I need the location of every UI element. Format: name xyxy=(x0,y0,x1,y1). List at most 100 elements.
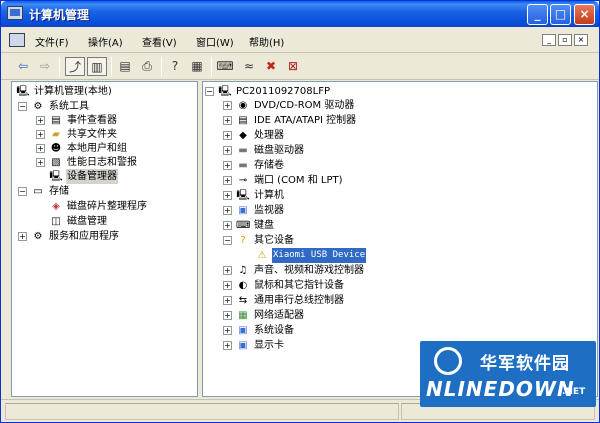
expand-toggle[interactable]: + xyxy=(223,131,232,140)
collapse-toggle[interactable]: − xyxy=(205,87,214,96)
close-button[interactable]: × xyxy=(574,4,595,25)
expand-toggle[interactable]: + xyxy=(36,158,45,167)
expand-toggle[interactable]: + xyxy=(223,101,232,110)
device-category-computer[interactable]: + 🖳 计算机 xyxy=(223,188,593,203)
tree-item-services-apps[interactable]: + ⚙ 服务和应用程序 xyxy=(18,229,196,244)
toolbar-separator xyxy=(161,57,162,76)
device-category-processor[interactable]: + ◆ 处理器 xyxy=(223,128,593,143)
toolbar: ⇦ ⇨ ⤴ ▥ ▤ ⎙ ? ▦ ⌨ ≈ ✖ ⊠ xyxy=(1,53,599,80)
tree-item-device-manager[interactable]: 🖳 设备管理器 xyxy=(49,169,196,184)
uninstall-device-icon[interactable]: ⊠ xyxy=(283,57,303,76)
device-category-monitors[interactable]: + ▣ 监视器 xyxy=(223,203,593,218)
mouse-icon: ◐ xyxy=(238,280,248,291)
onlinedown-logo-icon xyxy=(434,347,462,375)
console-tree-pane[interactable]: 🖳 计算机管理(本地) − ⚙ 系统工具 + ▤ 事件查看器 + ▰ 共享文件夹… xyxy=(11,81,198,397)
export-list-icon[interactable]: ▦ xyxy=(187,57,207,76)
device-category-keyboards[interactable]: + ⌨ 键盘 xyxy=(223,218,593,233)
performance-icon: ▧ xyxy=(51,157,61,168)
dvd-drive-icon: ◉ xyxy=(238,100,248,111)
system-device-icon: ▣ xyxy=(238,325,248,336)
device-category-disk-drives[interactable]: + ▬ 磁盘驱动器 xyxy=(223,143,593,158)
tree-item-disk-defragmenter[interactable]: ◈ 磁盘碎片整理程序 xyxy=(49,199,196,214)
expand-toggle[interactable]: + xyxy=(223,191,232,200)
tree-item-performance-logs[interactable]: + ▧ 性能日志和警报 xyxy=(36,155,196,170)
watermark-cn-text: 华军软件园 xyxy=(480,354,570,374)
device-category-usb[interactable]: + ⇆ 通用串行总线控制器 xyxy=(223,293,593,308)
expand-toggle[interactable]: + xyxy=(223,326,232,335)
toolbar-separator xyxy=(59,57,60,76)
menu-view[interactable]: 查看(V) xyxy=(142,34,177,49)
update-driver-icon[interactable]: ≈ xyxy=(239,57,259,76)
expand-toggle[interactable]: + xyxy=(223,146,232,155)
device-category-dvd[interactable]: + ◉ DVD/CD-ROM 驱动器 xyxy=(223,98,593,113)
tree-item-system-tools[interactable]: − ⚙ 系统工具 xyxy=(18,99,196,114)
show-hide-tree-icon[interactable]: ▥ xyxy=(87,57,107,76)
print-icon[interactable]: ⎙ xyxy=(137,57,157,76)
forward-icon[interactable]: ⇨ xyxy=(35,57,55,76)
up-folder-icon[interactable]: ⤴ xyxy=(65,57,85,76)
mdi-close-button[interactable]: × xyxy=(574,34,588,46)
expand-toggle[interactable]: + xyxy=(223,116,232,125)
mdi-restore-button[interactable]: ▫ xyxy=(558,34,572,46)
back-icon[interactable]: ⇦ xyxy=(13,57,33,76)
device-manager-icon: 🖳 xyxy=(49,171,63,182)
expand-toggle[interactable]: + xyxy=(223,206,232,215)
tree-item-shared-folders[interactable]: + ▰ 共享文件夹 xyxy=(36,127,196,142)
menu-window[interactable]: 窗口(W) xyxy=(196,34,234,49)
expand-toggle[interactable]: + xyxy=(223,266,232,275)
tree-item-event-viewer[interactable]: + ▤ 事件查看器 xyxy=(36,113,196,128)
expand-toggle[interactable]: + xyxy=(223,161,232,170)
storage-icon: ▭ xyxy=(33,186,43,197)
event-viewer-icon: ▤ xyxy=(51,115,61,126)
expand-toggle[interactable]: + xyxy=(36,144,45,153)
disable-device-icon[interactable]: ✖ xyxy=(261,57,281,76)
display-adapter-icon: ▣ xyxy=(238,340,248,351)
expand-toggle[interactable]: + xyxy=(18,232,27,241)
device-category-other-devices[interactable]: − ? 其它设备 xyxy=(223,233,593,248)
expand-toggle[interactable]: + xyxy=(223,176,232,185)
device-category-network[interactable]: + ▦ 网络适配器 xyxy=(223,308,593,323)
expand-toggle[interactable]: + xyxy=(223,311,232,320)
device-category-system[interactable]: + ▣ 系统设备 xyxy=(223,323,593,338)
tree-item-storage[interactable]: − ▭ 存储 xyxy=(18,184,196,199)
properties-icon[interactable]: ▤ xyxy=(115,57,135,76)
expand-toggle[interactable]: + xyxy=(223,221,232,230)
network-adapter-icon: ▦ xyxy=(238,310,248,321)
computer-icon: 🖳 xyxy=(236,190,250,201)
expand-toggle[interactable]: + xyxy=(223,296,232,305)
device-category-sound[interactable]: + ♫ 声音、视频和游戏控制器 xyxy=(223,263,593,278)
device-category-storage-volumes[interactable]: + ▬ 存储卷 xyxy=(223,158,593,173)
device-tree-root[interactable]: − 🖳 PC2011092708LFP xyxy=(205,84,595,99)
services-icon: ⚙ xyxy=(33,231,43,242)
expand-toggle[interactable]: + xyxy=(36,130,45,139)
disk-management-icon: ◫ xyxy=(51,216,61,227)
device-category-mice[interactable]: + ◐ 鼠标和其它指针设备 xyxy=(223,278,593,293)
expand-toggle[interactable]: + xyxy=(223,341,232,350)
help-icon[interactable]: ? xyxy=(165,57,185,76)
keyboard-icon: ⌨ xyxy=(236,220,251,231)
collapse-toggle[interactable]: − xyxy=(18,102,27,111)
title-bar[interactable]: 计算机管理 _ □ × xyxy=(1,1,599,27)
collapse-toggle[interactable]: − xyxy=(223,236,232,245)
ide-controller-icon: ▤ xyxy=(238,115,248,126)
computer-management-icon xyxy=(7,6,23,20)
menu-action[interactable]: 操作(A) xyxy=(88,34,123,49)
device-category-ports[interactable]: + ⊸ 端口 (COM 和 LPT) xyxy=(223,173,593,188)
collapse-toggle[interactable]: − xyxy=(18,187,27,196)
tree-item-disk-management[interactable]: ◫ 磁盘管理 xyxy=(49,214,196,229)
tree-root-local[interactable]: 🖳 计算机管理(本地) xyxy=(16,84,196,99)
mdi-minimize-button[interactable]: _ xyxy=(542,34,556,46)
device-item-xiaomi-usb[interactable]: ⚠ Xiaomi USB Device xyxy=(255,248,593,263)
tree-item-local-users-groups[interactable]: + ☻ 本地用户和组 xyxy=(36,141,196,156)
maximize-button[interactable]: □ xyxy=(550,4,571,25)
device-category-ide[interactable]: + ▤ IDE ATA/ATAPI 控制器 xyxy=(223,113,593,128)
menu-file[interactable]: 文件(F) xyxy=(35,34,69,49)
toolbar-separator xyxy=(211,57,212,76)
minimize-button[interactable]: _ xyxy=(527,4,548,25)
expand-toggle[interactable]: + xyxy=(36,116,45,125)
menu-help[interactable]: 帮助(H) xyxy=(249,34,284,49)
app-menu-icon[interactable] xyxy=(9,33,25,47)
expand-toggle[interactable]: + xyxy=(223,281,232,290)
scan-hardware-icon[interactable]: ⌨ xyxy=(215,57,235,76)
onlinedown-watermark: 华军软件园 NLINEDOWN .NET xyxy=(420,341,596,407)
